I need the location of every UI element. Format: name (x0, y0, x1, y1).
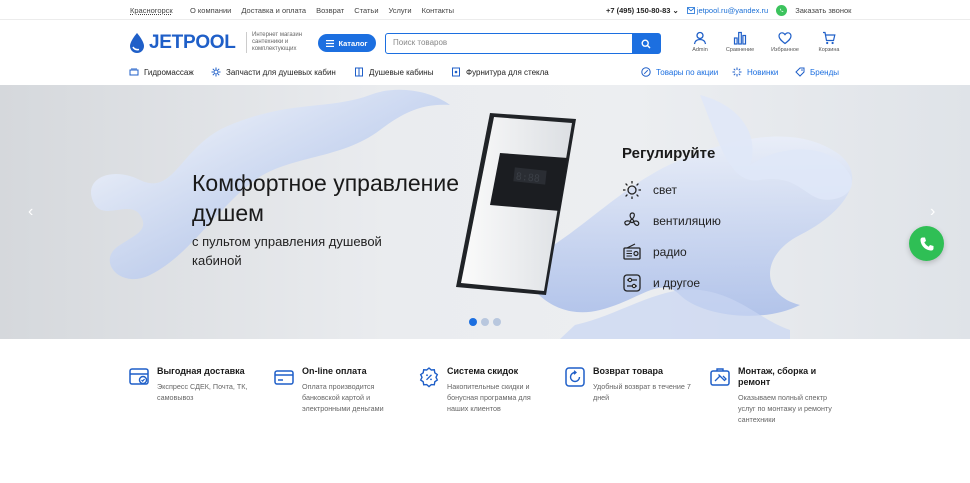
favorites-button[interactable]: Избранное (765, 31, 805, 53)
cart-button[interactable]: Корзина (809, 31, 849, 53)
fan-icon (624, 211, 640, 226)
benefit-text: Накопительные скидки и бонусная программ… (447, 382, 531, 413)
compare-button[interactable]: Сравнение (720, 31, 760, 53)
phone-icon (920, 237, 933, 250)
search-icon (641, 38, 651, 48)
return-icon (565, 367, 585, 387)
chevron-down-icon: ⌄ (672, 6, 679, 15)
nav-shower-parts[interactable]: Запчасти для душевых кабин (211, 67, 336, 77)
benefits-section: Выгодная доставка Экспресс СДЕК, Почта, … (0, 360, 970, 483)
call-button[interactable] (909, 226, 944, 261)
features-title: Регулируйте (622, 145, 716, 162)
catalog-button[interactable]: Каталог (318, 34, 376, 52)
feature-item: радио (622, 236, 721, 267)
compare-icon (733, 31, 747, 45)
benefit-return: Возврат товара Удобный возврат в течение… (564, 366, 694, 403)
fittings-icon (452, 67, 460, 77)
tag-icon (795, 67, 805, 77)
benefit-title: Выгодная доставка (157, 366, 245, 376)
menu-icon (326, 39, 335, 47)
callback-link[interactable]: Заказать звонок (795, 6, 851, 15)
chevron-right-icon[interactable]: › (930, 203, 935, 221)
sparkle-icon (732, 67, 742, 77)
heart-icon (778, 32, 792, 45)
search-bar: Поиск товаров (385, 33, 661, 54)
benefit-title: Возврат товара (593, 366, 664, 376)
logo-text: JETPOOL (149, 32, 236, 53)
city-selector[interactable]: Красногорск (130, 6, 173, 15)
benefit-delivery: Выгодная доставка Экспресс СДЕК, Почта, … (128, 366, 268, 403)
benefit-text: Оплата производится банковской картой и … (302, 382, 384, 413)
mail-icon (686, 7, 695, 14)
link-services[interactable]: Услуги (389, 6, 412, 15)
delivery-icon (129, 368, 149, 385)
header: JETPOOL Интернет магазин сантехники и ко… (0, 20, 970, 66)
benefit-title: Монтаж, сборка и ремонт (738, 366, 817, 387)
top-contacts: +7 (495) 150-80-83 ⌄ jetpool.ru@yandex.r… (606, 5, 851, 16)
whatsapp-icon[interactable] (776, 5, 788, 16)
top-bar: Красногорск О компании Доставка и оплата… (0, 0, 970, 20)
slider-dot[interactable] (481, 318, 489, 326)
benefit-text: Экспресс СДЕК, Почта, ТК, самовывоз (157, 382, 248, 402)
link-contacts[interactable]: Контакты (422, 6, 454, 15)
link-delivery[interactable]: Доставка и оплата (241, 6, 306, 15)
sun-icon (623, 180, 641, 199)
nav-shower-cabins[interactable]: Душевые кабины (354, 67, 433, 77)
card-icon (274, 370, 294, 385)
nav-sale[interactable]: Товары по акции (641, 67, 718, 77)
nav-glass-fittings[interactable]: Фурнитура для стекла (451, 67, 549, 77)
category-nav: Гидромассаж Запчасти для душевых кабин Д… (0, 62, 970, 84)
nav-brands[interactable]: Бренды (795, 67, 839, 77)
gear-icon (211, 67, 221, 77)
benefit-text: Оказываем полный спектр услуг по монтажу… (738, 393, 832, 424)
link-return[interactable]: Возврат (316, 6, 344, 15)
shower-remote-image: 8:88 (456, 113, 576, 295)
benefit-text: Удобный возврат в течение 7 дней (593, 382, 691, 402)
slider-dot[interactable] (493, 318, 501, 326)
search-input[interactable]: Поиск товаров (386, 34, 632, 53)
link-articles[interactable]: Статьи (354, 6, 378, 15)
radio-icon (623, 242, 641, 260)
logo[interactable]: JETPOOL (128, 32, 236, 54)
percent-icon (641, 67, 651, 77)
link-about[interactable]: О компании (190, 6, 231, 15)
nav-new[interactable]: Новинки (732, 67, 778, 77)
shower-cabin-icon (355, 67, 363, 77)
settings-icon (623, 273, 641, 292)
benefit-payment: On-line оплата Оплата производится банко… (273, 366, 408, 414)
discount-icon (419, 367, 439, 388)
chevron-left-icon[interactable]: ‹ (28, 203, 33, 221)
phone-link[interactable]: +7 (495) 150-80-83 ⌄ (606, 6, 679, 15)
hero-subtitle: с пультом управления душевой кабиной (192, 234, 382, 268)
hero-title: Комфортное управление душем (192, 170, 459, 226)
account-button[interactable]: Admin (680, 31, 720, 53)
feature-item: и другое (622, 267, 721, 298)
email-link[interactable]: jetpool.ru@yandex.ru (686, 6, 768, 15)
slider-dots (469, 318, 501, 326)
nav-hydromassage[interactable]: Гидромассаж (129, 67, 194, 77)
cart-icon (823, 31, 836, 45)
water-drop-icon (130, 33, 144, 53)
search-button[interactable] (632, 34, 660, 53)
tools-icon (710, 368, 730, 386)
slider-dot[interactable] (469, 318, 477, 326)
benefit-discounts: Система скидок Накопительные скидки и бо… (418, 366, 553, 414)
features-list: Регулируйте свет вентиляцию радио и друг… (622, 145, 721, 298)
hydromassage-icon (129, 68, 139, 76)
top-links: О компании Доставка и оплата Возврат Ста… (190, 6, 454, 15)
benefit-installation: Монтаж, сборка и ремонт Оказываем полный… (709, 366, 844, 425)
hero-banner: Комфортное управление душем с пультом уп… (0, 85, 970, 339)
feature-item: свет (622, 174, 721, 205)
tagline: Интернет магазин сантехники и комплектую… (246, 32, 316, 53)
benefit-title: On-line оплата (302, 366, 367, 376)
benefit-title: Система скидок (447, 366, 519, 376)
feature-item: вентиляцию (622, 205, 721, 236)
user-icon (693, 31, 707, 45)
